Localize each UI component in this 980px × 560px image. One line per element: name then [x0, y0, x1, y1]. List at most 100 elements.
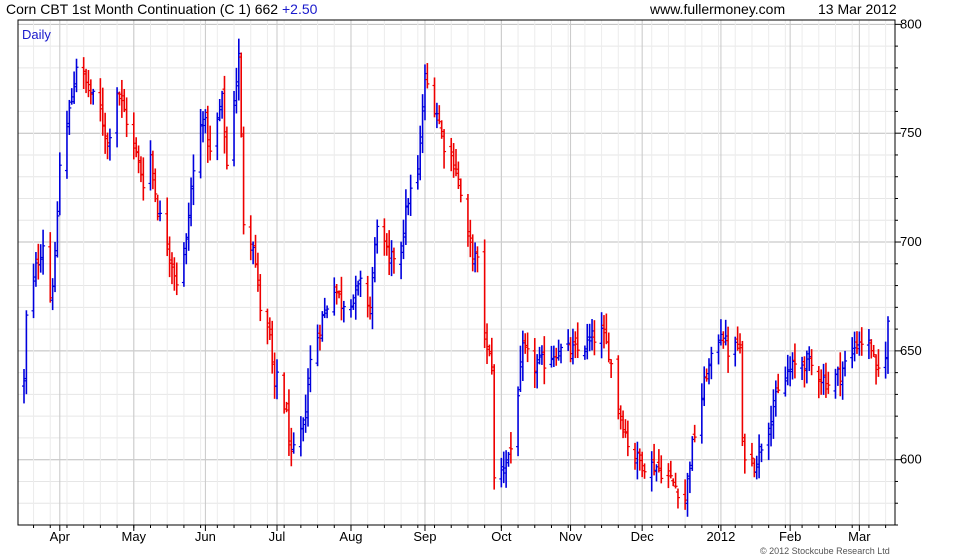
ohlc-bar	[306, 368, 311, 427]
ohlc-bar	[308, 345, 313, 393]
ohlc-bar	[57, 152, 62, 216]
ohlc-bar	[826, 371, 831, 394]
ohlc-bar	[575, 322, 580, 359]
ohlc-bar	[48, 232, 53, 303]
ohlc-bar	[874, 354, 879, 385]
ohlc-bar	[869, 339, 874, 359]
ohlc-bar	[499, 457, 504, 488]
ohlc-bar	[542, 336, 547, 385]
y-tick-label: 800	[900, 16, 922, 31]
ohlc-bar	[437, 105, 442, 125]
ohlc-bar	[370, 266, 375, 330]
ohlc-bar	[852, 331, 857, 362]
ohlc-bar	[181, 242, 186, 287]
ohlc-bar	[766, 422, 771, 461]
x-tick-label: Mar	[848, 529, 871, 544]
ohlc-bar	[258, 274, 263, 322]
ohlc-bar	[158, 200, 163, 222]
ohlc-bar	[470, 234, 475, 272]
ohlc-bar	[582, 345, 587, 360]
ohlc-bar	[165, 197, 170, 257]
plot-frame	[17, 19, 896, 526]
ohlc-bar	[621, 410, 626, 439]
ohlc-bar	[33, 252, 38, 287]
ohlc-bar	[442, 129, 447, 169]
ohlc-bar	[289, 427, 294, 467]
ohlc-bar	[131, 112, 136, 160]
ohlc-bar	[174, 262, 179, 296]
ohlc-bar	[718, 319, 723, 346]
x-tick-label: Aug	[339, 529, 362, 544]
ohlc-bar	[549, 345, 554, 368]
price-chart: 600 650 700 750 800 Apr May Jun Jul Aug Sep Oct Nov…	[17, 16, 922, 544]
ohlc-bar	[86, 70, 91, 98]
ohlc-bar	[205, 105, 210, 163]
ohlc-bar	[559, 343, 564, 364]
ohlc-bar	[408, 174, 413, 216]
ohlc-bar	[50, 278, 55, 311]
ohlc-bar	[241, 126, 246, 235]
ohlc-bar	[709, 346, 714, 380]
x-tick-label: Dec	[631, 529, 655, 544]
ohlc-bar	[31, 263, 36, 319]
ohlc-bar	[859, 327, 864, 356]
ohlc-bar	[699, 383, 704, 444]
ohlc-bar	[606, 332, 611, 363]
y-tick-label: 750	[900, 125, 922, 140]
ohlc-bar	[248, 215, 253, 261]
ohlc-bar	[150, 150, 155, 190]
x-tick-label: Nov	[559, 529, 583, 544]
ohlc-bar	[334, 283, 339, 305]
x-tick-label: Apr	[50, 529, 71, 544]
ohlc-bar	[124, 97, 129, 138]
ohlc-bar	[592, 320, 597, 356]
ohlc-bar	[215, 112, 220, 161]
ohlc-bar	[67, 99, 72, 135]
grid	[18, 20, 895, 526]
ohlc-bar	[365, 275, 370, 318]
ohlc-bar	[55, 201, 60, 258]
ohlc-bar	[403, 189, 408, 245]
ohlc-bar	[566, 329, 571, 352]
ohlc-bar	[217, 99, 222, 122]
ohlc-bar	[418, 125, 423, 181]
ohlc-bar	[356, 280, 361, 296]
ohlc-bar	[88, 79, 93, 105]
ohlc-bar	[274, 359, 279, 400]
ohlc-bar	[735, 326, 740, 351]
ohlc-bar	[838, 352, 843, 397]
ohlc-bar	[339, 276, 344, 321]
ohlc-bar	[516, 386, 521, 457]
ohlc-bar	[649, 451, 654, 492]
ohlc-bar	[265, 308, 270, 345]
ohlc-bar	[341, 300, 346, 323]
ohlc-bar	[41, 229, 46, 275]
ohlc-bar	[866, 329, 871, 360]
ohlc-bar	[64, 110, 69, 179]
y-tick-label: 650	[900, 343, 922, 358]
ohlc-bar	[532, 338, 537, 388]
ohlc-bar	[81, 57, 86, 90]
ohlc-bar	[368, 296, 373, 320]
x-tick-label: Oct	[491, 529, 512, 544]
ohlc-bar	[406, 198, 411, 216]
ohlc-bar	[685, 472, 690, 517]
ohlc-bar	[239, 52, 244, 138]
ohlc-bar	[322, 297, 327, 319]
ohlc-bar	[520, 330, 525, 381]
ohlc-bar	[783, 366, 788, 397]
ohlc-bar	[136, 145, 141, 174]
ohlc-bar	[473, 242, 478, 273]
ohlc-bar	[518, 345, 523, 393]
ohlc-bar	[315, 324, 320, 367]
ohlc-bar	[752, 458, 757, 478]
ohlc-bar	[189, 177, 194, 227]
ohlc-bar	[671, 478, 676, 487]
ohlc-bar	[757, 434, 762, 479]
ohlc-bar	[382, 218, 387, 256]
ohlc-bar	[508, 432, 513, 464]
ohlc-bar	[633, 442, 638, 470]
ohlc-bar	[706, 358, 711, 385]
ohlc-bar	[489, 337, 494, 375]
ohlc-bar	[291, 432, 296, 454]
